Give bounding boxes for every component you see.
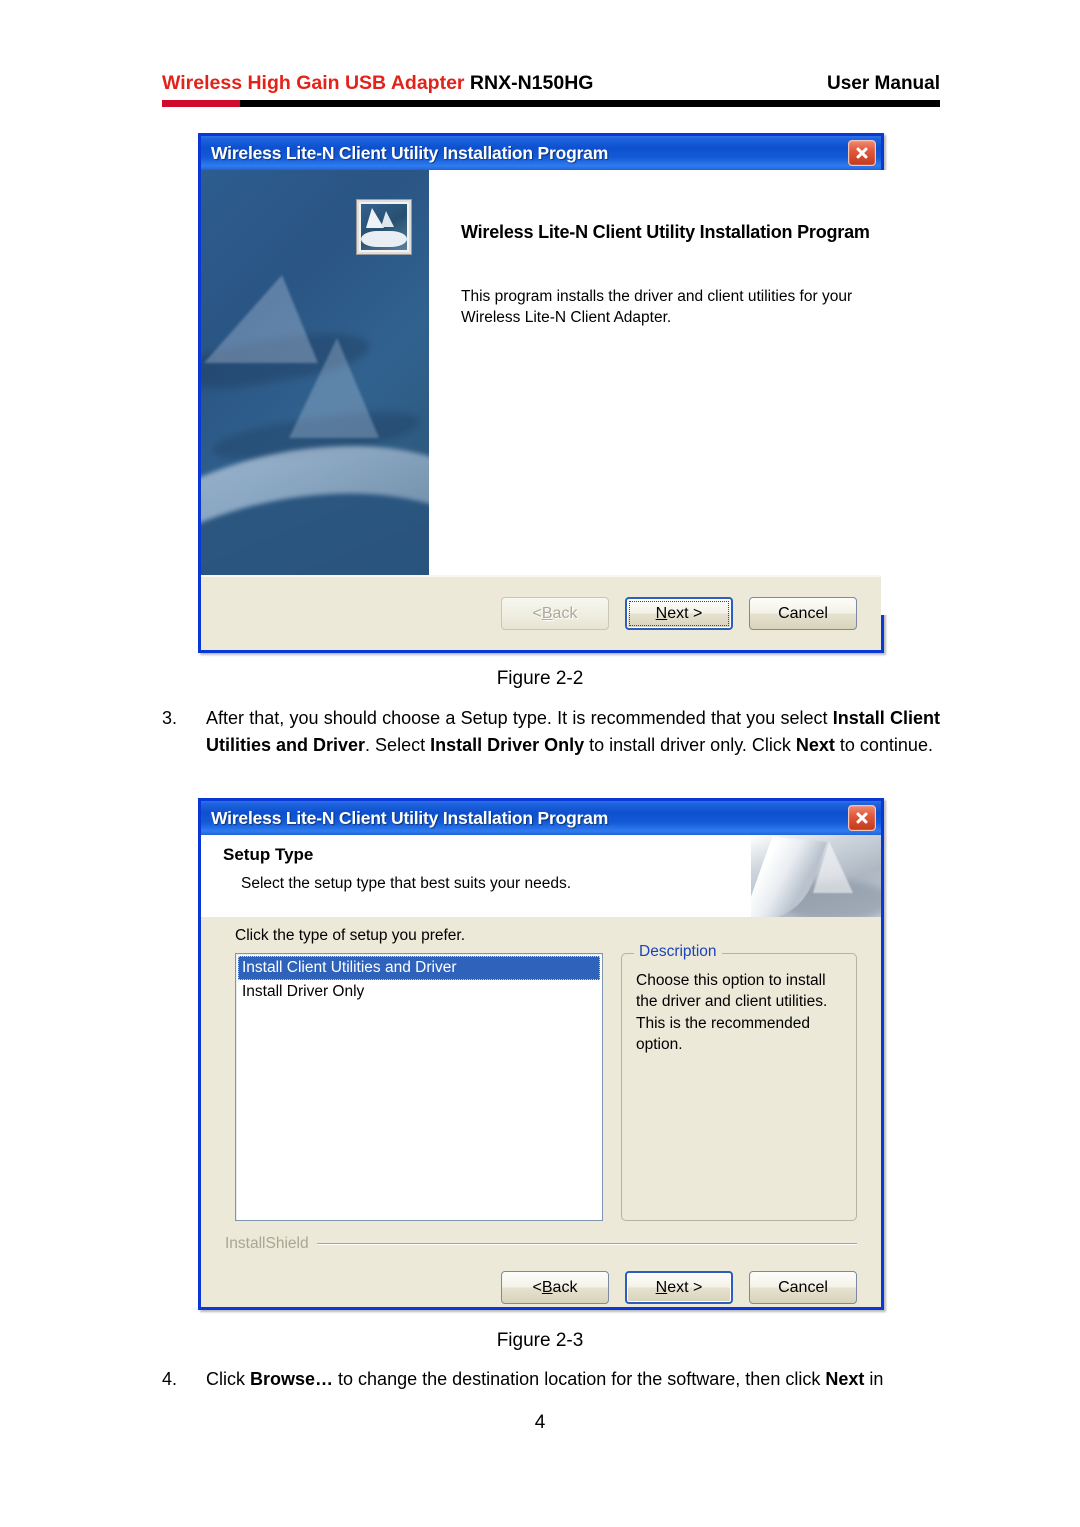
setup-banner-title: Setup Type	[223, 845, 314, 864]
step-3-part2: . Select	[365, 735, 431, 756]
setup-type-dialog: Wireless Lite-N Client Utility Installat…	[198, 798, 884, 1310]
header-rule-black-segment	[240, 100, 940, 107]
manual-brand-text: Wireless High Gain USB Adapter	[162, 72, 465, 94]
page-number: 4	[534, 1412, 546, 1433]
installshield-divider	[316, 1243, 857, 1245]
back-button-rest: ack	[552, 604, 578, 622]
step-4-part1: Click	[206, 1369, 250, 1389]
step-4-text: Click Browse… to change the destination …	[206, 1366, 940, 1393]
manual-model-text: RNX-N150HG	[464, 72, 594, 94]
step-3-bold2: Install Driver Only	[430, 735, 585, 756]
next-button[interactable]: Next >	[625, 597, 733, 630]
back-button-accel: B	[541, 604, 553, 622]
step-3-bold3: Next	[795, 735, 835, 756]
list-item[interactable]: Install Driver Only	[238, 980, 600, 1004]
description-groupbox: Description Choose this option to instal…	[621, 943, 857, 1221]
app-icon-sail-b	[381, 211, 394, 227]
step-3-part3: to install driver only. Click	[584, 735, 796, 756]
setup-columns: Install Client Utilities and Driver Inst…	[223, 943, 859, 1221]
next-button-accel: N	[655, 1278, 668, 1296]
back-button: < Back	[501, 597, 609, 630]
manual-title: Wireless High Gain USB Adapter RNX-N150H…	[162, 72, 593, 95]
page-header-row: Wireless High Gain USB Adapter RNX-N150H…	[162, 72, 940, 98]
figure-2-2-caption: Figure 2-2	[496, 668, 584, 689]
step-4-bold1: Browse…	[250, 1369, 334, 1389]
cancel-button-label: Cancel	[778, 604, 828, 622]
next-button-rest: ext >	[667, 604, 703, 622]
next-button-rest: ext >	[667, 1278, 703, 1296]
description-text: Choose this option to install the driver…	[636, 972, 828, 1054]
step-4-part3: in	[864, 1369, 884, 1389]
welcome-dialog-body: Wireless Lite-N Client Utility Installat…	[201, 170, 896, 615]
next-button-accel: N	[655, 604, 668, 622]
welcome-content-pane: Wireless Lite-N Client Utility Installat…	[429, 170, 896, 615]
setup-prompt: Click the type of setup you prefer.	[235, 927, 466, 944]
cancel-button[interactable]: Cancel	[749, 597, 857, 630]
step-4-block: 4. Click Browse… to change the destinati…	[162, 1366, 940, 1393]
welcome-dialog-titlebar: Wireless Lite-N Client Utility Installat…	[201, 136, 881, 170]
close-icon[interactable]	[848, 140, 876, 166]
back-button-prefix: <	[532, 604, 542, 622]
close-icon[interactable]	[848, 805, 876, 831]
description-groupbox-title: Description	[634, 943, 722, 961]
setup-type-listbox[interactable]: Install Client Utilities and Driver Inst…	[235, 953, 603, 1221]
list-item[interactable]: Install Client Utilities and Driver	[238, 956, 600, 980]
app-icon-wave	[361, 231, 407, 247]
header-rule-red-segment	[162, 100, 240, 107]
welcome-heading: Wireless Lite-N Client Utility Installat…	[461, 222, 870, 242]
setup-banner: Setup Type Select the setup type that be…	[201, 835, 881, 919]
step-3-block: 3. After that, you should choose a Setup…	[162, 705, 940, 760]
step-4-part2: to change the destination location for t…	[333, 1369, 826, 1389]
splash-graphic	[201, 170, 429, 615]
banner-sail-graphic	[751, 835, 881, 917]
cancel-button[interactable]: Cancel	[749, 1271, 857, 1304]
back-button-prefix: <	[532, 1278, 542, 1296]
back-button-accel: B	[541, 1278, 553, 1296]
setup-dialog-titlebar: Wireless Lite-N Client Utility Installat…	[201, 801, 881, 835]
step-4-number: 4.	[162, 1369, 178, 1389]
cancel-button-label: Cancel	[778, 1278, 828, 1296]
setup-button-strip: < Back Next > Cancel	[223, 1253, 859, 1304]
setup-dialog-title: Wireless Lite-N Client Utility Installat…	[211, 807, 609, 828]
manual-doc-type: User Manual	[827, 73, 940, 94]
page-header: Wireless High Gain USB Adapter RNX-N150H…	[162, 72, 940, 112]
welcome-dialog-title: Wireless Lite-N Client Utility Installat…	[211, 142, 609, 163]
welcome-dialog: Wireless Lite-N Client Utility Installat…	[198, 133, 896, 653]
next-button[interactable]: Next >	[625, 1271, 733, 1304]
setup-body: Click the type of setup you prefer. Inst…	[201, 917, 881, 1307]
header-rule	[162, 100, 940, 107]
figure-2-3-caption: Figure 2-3	[496, 1330, 584, 1351]
step-3-part4: to continue.	[834, 735, 933, 756]
step-3-number: 3.	[162, 708, 178, 728]
splash-sail-lower-icon	[289, 338, 379, 438]
back-button-rest: ack	[552, 1278, 578, 1296]
installshield-label: InstallShield	[225, 1235, 309, 1252]
step-3-text: After that, you should choose a Setup ty…	[206, 705, 940, 760]
welcome-button-strip: < Back Next > Cancel	[201, 575, 881, 650]
welcome-paragraph: This program installs the driver and cli…	[461, 288, 853, 326]
step-3-part1: After that, you should choose a Setup ty…	[206, 708, 833, 728]
sailboat-app-icon	[357, 200, 411, 254]
installshield-row: InstallShield	[223, 1221, 859, 1253]
setup-banner-subtitle: Select the setup type that best suits yo…	[241, 875, 572, 892]
step-4-bold2: Next	[825, 1369, 865, 1389]
back-button[interactable]: < Back	[501, 1271, 609, 1304]
